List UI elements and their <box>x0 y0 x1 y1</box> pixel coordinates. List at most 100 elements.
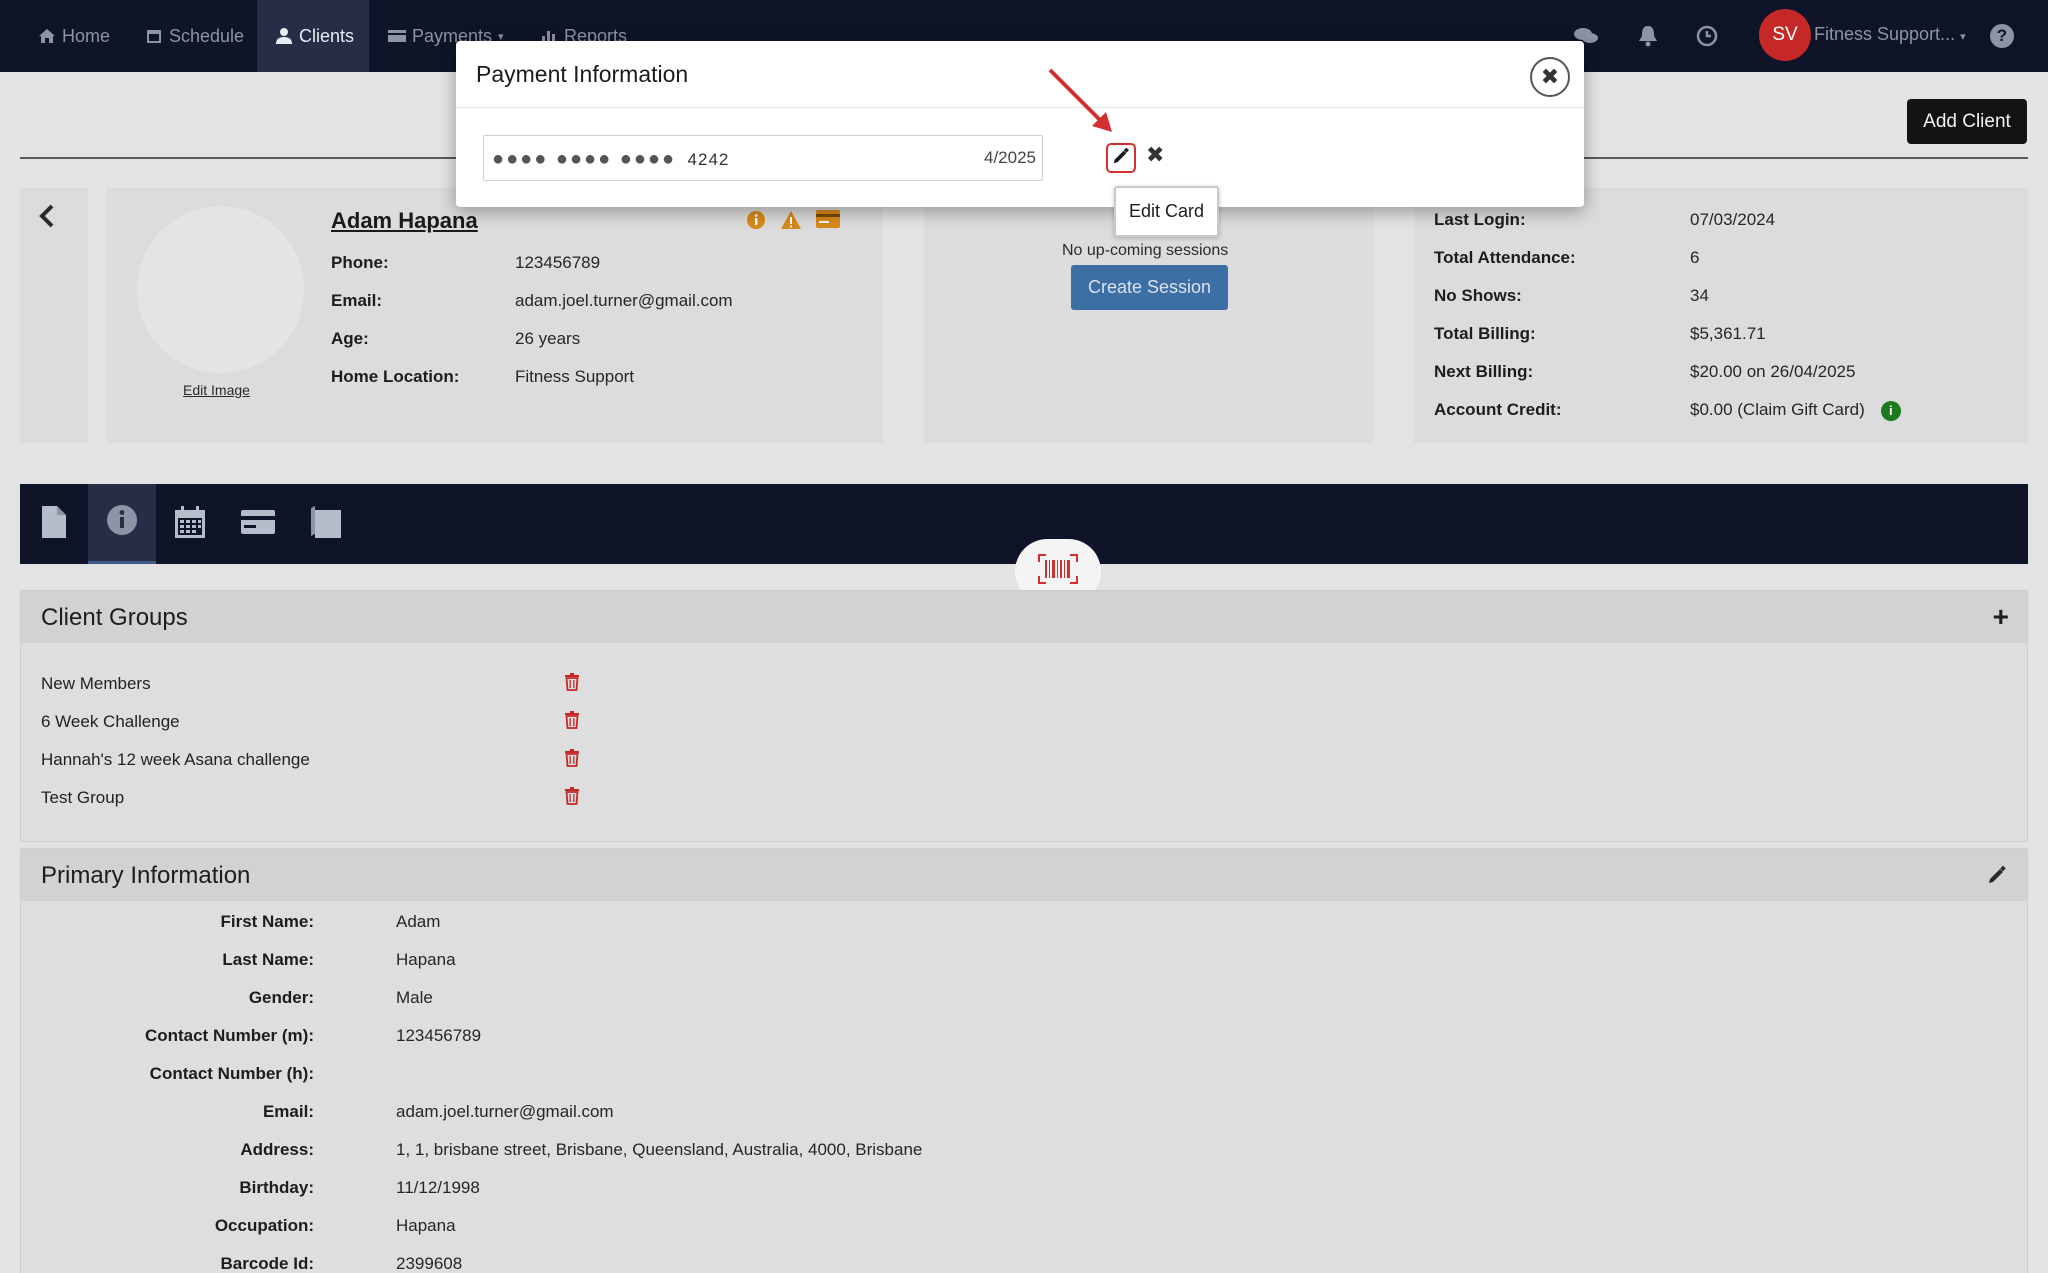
group-item: 6 Week Challenge <box>41 712 180 731</box>
phone-value: 123456789 <box>515 253 601 272</box>
book-icon <box>311 505 341 543</box>
card-last4: 4242 <box>687 150 730 169</box>
trash-icon[interactable] <box>564 673 580 691</box>
total-billing-value: $5,361.71 <box>1690 324 1766 343</box>
group-item: Test Group <box>41 788 125 807</box>
barcode-icon <box>1038 554 1078 589</box>
modal-divider <box>456 107 1584 108</box>
card-number-field[interactable]: ●●●● ●●●● ●●●● 4242 4/2025 <box>483 135 1043 181</box>
trash-icon[interactable] <box>564 711 580 729</box>
warning-icon[interactable] <box>780 210 802 235</box>
gender-value: Male <box>396 988 433 1007</box>
address-value: 1, 1, brisbane street, Brisbane, Queensl… <box>396 1140 923 1159</box>
client-groups-panel: Client Groups + New Members 6 Week Chall… <box>20 590 2028 842</box>
account-credit-label: Account Credit: <box>1434 400 1562 419</box>
credit-card-icon[interactable] <box>816 210 840 235</box>
first-name-label: First Name: <box>220 912 314 931</box>
edit-card-tooltip: Edit Card <box>1114 186 1219 237</box>
calendar-icon <box>145 27 163 45</box>
close-icon[interactable]: ✖ <box>1530 57 1570 97</box>
contact-home-label: Contact Number (h): <box>149 1064 314 1083</box>
email-label: Email: <box>262 1102 314 1121</box>
account-name: Fitness Support... <box>1814 24 1956 44</box>
account-avatar[interactable]: SV <box>1759 9 1811 61</box>
barcode-id-value: 2399608 <box>396 1254 463 1273</box>
occupation-label: Occupation: <box>214 1216 314 1235</box>
account-menu[interactable]: Fitness Support... ▾ <box>1814 24 1966 45</box>
total-billing-label: Total Billing: <box>1434 324 1536 343</box>
tab-payments[interactable] <box>224 484 292 564</box>
add-client-button[interactable]: Add Client <box>1907 99 2027 144</box>
nav-schedule-label: Schedule <box>169 25 245 46</box>
primary-info-panel: Primary Information First Name: Adam Las… <box>20 848 2028 1273</box>
home-location-value: Fitness Support <box>515 367 635 386</box>
create-session-button[interactable]: Create Session <box>1071 265 1228 310</box>
status-icons <box>746 210 840 235</box>
phone-label: Phone: <box>331 253 389 272</box>
upcoming-sessions-text: No up-coming sessions <box>1062 242 1229 259</box>
chevron-down-icon: ▾ <box>1960 31 1966 43</box>
last-login-value: 07/03/2024 <box>1690 210 1776 229</box>
gender-label: Gender: <box>248 988 314 1007</box>
total-attendance-value: 6 <box>1690 248 1700 267</box>
total-attendance-label: Total Attendance: <box>1434 248 1576 267</box>
edit-image-link[interactable]: Edit Image <box>183 382 250 398</box>
last-name-label: Last Name: <box>222 950 314 969</box>
last-name-value: Hapana <box>396 950 456 969</box>
group-item: New Members <box>41 674 151 693</box>
trash-icon[interactable] <box>564 787 580 805</box>
modal-title: Payment Information <box>476 61 689 87</box>
help-icon[interactable]: ? <box>1990 24 2014 48</box>
account-credit-row: $0.00 (Claim Gift Card) i <box>1690 400 1901 421</box>
edit-card-button[interactable] <box>1106 143 1136 173</box>
credit-card-icon <box>241 509 275 539</box>
tab-notes[interactable] <box>20 484 88 564</box>
email-value: adam.joel.turner@gmail.com <box>396 1102 614 1121</box>
tab-info[interactable] <box>88 484 156 564</box>
occupation-value: Hapana <box>396 1216 456 1235</box>
card-expiry: 4/2025 <box>984 148 1036 167</box>
calendar-icon <box>175 505 205 543</box>
last-login-label: Last Login: <box>1434 210 1526 229</box>
address-label: Address: <box>240 1140 314 1159</box>
info-icon <box>106 504 138 541</box>
info-icon[interactable] <box>746 210 766 235</box>
payment-information-modal: Payment Information ✖ ●●●● ●●●● ●●●● 424… <box>456 41 1584 207</box>
tab-schedule[interactable] <box>156 484 224 564</box>
add-group-icon[interactable]: + <box>1993 601 2009 633</box>
client-groups-header: Client Groups + <box>21 591 2027 643</box>
remove-card-icon[interactable]: ✖ <box>1146 142 1164 168</box>
file-icon <box>42 505 66 543</box>
nav-home-label: Home <box>62 25 111 46</box>
clock-icon[interactable] <box>1696 0 1718 72</box>
no-shows-label: No Shows: <box>1434 286 1522 305</box>
card-mask-dots: ●●●● ●●●● ●●●● <box>492 148 677 170</box>
tab-documents[interactable] <box>292 484 360 564</box>
client-name[interactable]: Adam Hapana <box>331 208 478 234</box>
user-icon <box>275 27 293 45</box>
birthday-value: 11/12/1998 <box>396 1178 480 1197</box>
nav-home[interactable]: Home <box>38 0 110 72</box>
pencil-icon[interactable] <box>1987 865 2007 890</box>
group-item: Hannah's 12 week Asana challenge <box>41 750 310 769</box>
nav-clients-label: Clients <box>299 25 355 46</box>
client-groups-title: Client Groups <box>41 604 188 631</box>
nav-clients[interactable]: Clients <box>257 0 369 72</box>
next-billing-label: Next Billing: <box>1434 362 1534 381</box>
trash-icon[interactable] <box>564 749 580 767</box>
nav-schedule[interactable]: Schedule <box>145 0 244 72</box>
primary-info-title: Primary Information <box>41 862 251 889</box>
card-icon <box>388 27 406 45</box>
age-label: Age: <box>331 329 369 348</box>
info-icon[interactable]: i <box>1880 400 1901 421</box>
pencil-icon <box>1112 147 1130 170</box>
no-shows-value: 34 <box>1690 286 1709 305</box>
account-credit-value[interactable]: $0.00 (Claim Gift Card) <box>1690 400 1865 419</box>
barcode-id-label: Barcode Id: <box>220 1254 314 1273</box>
bell-icon[interactable] <box>1638 0 1658 72</box>
first-name-value: Adam <box>396 912 441 931</box>
chevron-left-icon[interactable] <box>38 204 56 228</box>
age-value: 26 years <box>515 329 581 348</box>
red-arrow-annotation <box>1048 68 1112 132</box>
home-icon <box>38 27 56 45</box>
